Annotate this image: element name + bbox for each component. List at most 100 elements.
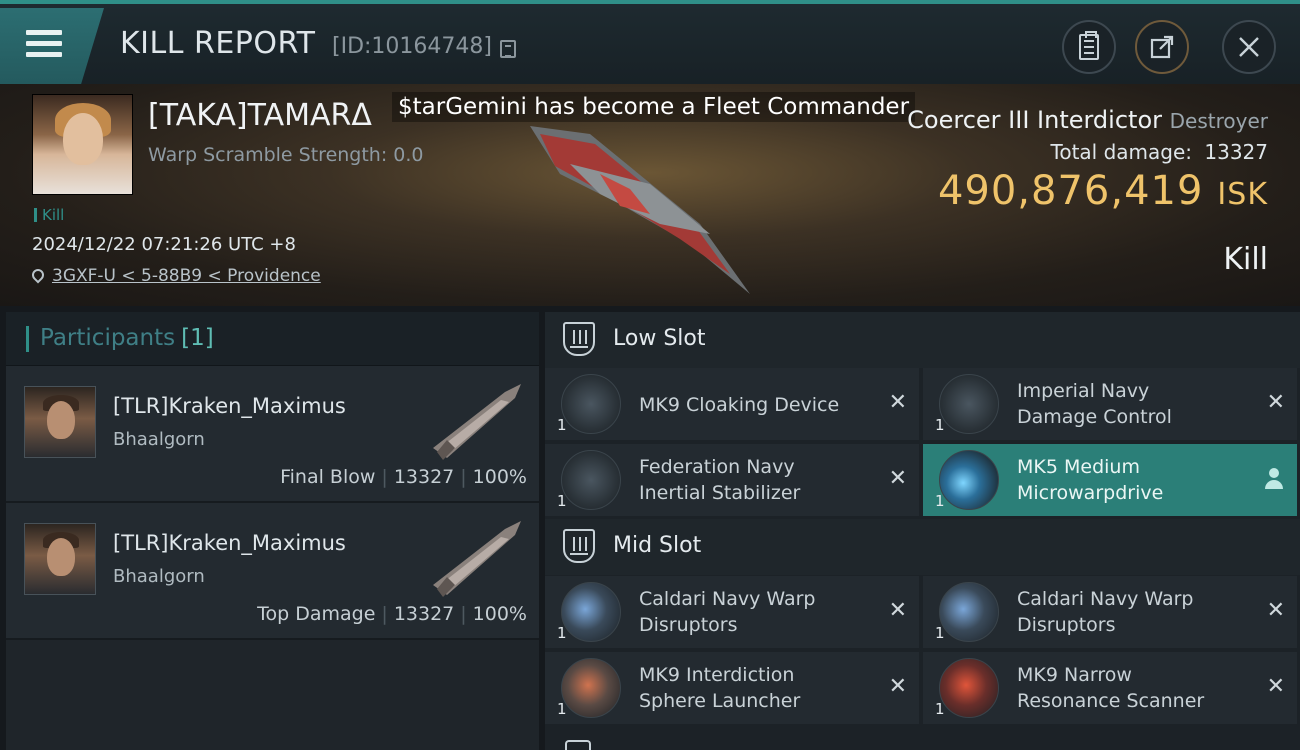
damage-percent: 100% bbox=[472, 603, 527, 625]
kill-tag: Kill bbox=[34, 206, 64, 224]
module-interdiction-sphere-launcher[interactable]: 1 MK9 Interdiction Sphere Launcher ✕ bbox=[545, 652, 919, 724]
module-name-line1: MK9 Narrow bbox=[1017, 664, 1132, 686]
pilot-portrait[interactable] bbox=[24, 523, 96, 595]
share-button[interactable] bbox=[1135, 20, 1189, 74]
remove-x-icon[interactable]: ✕ bbox=[1267, 390, 1285, 415]
module-microwarpdrive[interactable]: 1 MK5 Medium Microwarpdrive bbox=[923, 444, 1297, 516]
module-name-line2: Sphere Launcher bbox=[639, 690, 801, 712]
module-icon bbox=[939, 658, 999, 718]
isk-amount: 490,876,419 bbox=[937, 168, 1204, 214]
menu-icon bbox=[26, 30, 62, 58]
module-name-line2: Disruptors bbox=[1017, 614, 1116, 636]
report-id: [ID:10164748] bbox=[332, 34, 492, 59]
remove-x-icon[interactable]: ✕ bbox=[1267, 674, 1285, 699]
blow-type: Final Blow bbox=[280, 466, 376, 488]
pilot-stats: Final Blow | 13327 | 100% bbox=[280, 466, 527, 488]
pilot-ship: Bhaalgorn bbox=[113, 429, 205, 450]
remove-x-icon[interactable]: ✕ bbox=[889, 674, 907, 699]
fitting-panel: Low Slot 1 MK9 Cloaking Device ✕ 1 Imper… bbox=[545, 312, 1300, 750]
kill-datetime: 2024/12/22 07:21:26 UTC +8 bbox=[32, 234, 296, 255]
ship-model: Coercer III Interdictor bbox=[907, 106, 1162, 134]
damage-dealt: 13327 bbox=[393, 603, 455, 625]
clipboard-button[interactable] bbox=[1062, 20, 1116, 74]
low-slot-icon bbox=[563, 322, 595, 356]
copy-icon[interactable] bbox=[500, 40, 516, 58]
pilot-ship-image bbox=[433, 521, 521, 597]
total-damage-value: 13327 bbox=[1204, 140, 1268, 164]
page-title: KILL REPORT bbox=[120, 26, 316, 61]
low-slot-label: Low Slot bbox=[613, 326, 706, 351]
module-quantity: 1 bbox=[935, 492, 945, 510]
module-quantity: 1 bbox=[557, 416, 567, 434]
victim-banner: [TAKA]TAMARΔ Warp Scramble Strength: 0.0… bbox=[0, 84, 1300, 306]
close-button[interactable] bbox=[1222, 20, 1276, 74]
remove-x-icon[interactable]: ✕ bbox=[889, 466, 907, 491]
module-resonance-scanner[interactable]: 1 MK9 Narrow Resonance Scanner ✕ bbox=[923, 652, 1297, 724]
participants-panel: Participants [1] [TLR]Kraken_Maximus Bhaa… bbox=[6, 312, 539, 750]
mid-slot-header: Mid Slot bbox=[545, 519, 1300, 575]
share-icon bbox=[1150, 35, 1174, 59]
module-inertial-stabilizer[interactable]: 1 Federation Navy Inertial Stabilizer ✕ bbox=[545, 444, 919, 516]
mid-slot-label: Mid Slot bbox=[613, 533, 702, 558]
module-name-line1: Federation Navy bbox=[639, 456, 795, 478]
remove-x-icon[interactable]: ✕ bbox=[889, 390, 907, 415]
kill-location[interactable]: 3GXF-U < 5-88B9 < Providence bbox=[29, 266, 321, 286]
pilot-stats: Top Damage | 13327 | 100% bbox=[257, 603, 527, 625]
module-quantity: 1 bbox=[935, 700, 945, 718]
mid-slot-icon bbox=[563, 529, 595, 563]
remove-x-icon[interactable]: ✕ bbox=[1267, 598, 1285, 623]
fleet-notice: $tarGemini has become a Fleet Commander bbox=[392, 92, 916, 122]
module-warp-disruptor[interactable]: 1 Caldari Navy Warp Disruptors ✕ bbox=[923, 576, 1297, 648]
clipboard-icon bbox=[1079, 31, 1099, 60]
module-quantity: 1 bbox=[557, 700, 567, 718]
pilot-name: [TLR]Kraken_Maximus bbox=[113, 394, 346, 418]
module-icon bbox=[561, 450, 621, 510]
participant-row[interactable]: [TLR]Kraken_Maximus Bhaalgorn Top Damage… bbox=[6, 503, 539, 640]
pilot-name: [TLR]Kraken_Maximus bbox=[113, 531, 346, 555]
participants-count: [1] bbox=[181, 325, 214, 351]
remove-x-icon[interactable]: ✕ bbox=[889, 598, 907, 623]
module-name-line1: Caldari Navy Warp bbox=[1017, 588, 1194, 610]
ship-name[interactable]: Coercer III Interdictor Destroyer bbox=[907, 106, 1268, 134]
module-icon bbox=[939, 450, 999, 510]
module-name-line1: Caldari Navy Warp bbox=[639, 588, 816, 610]
next-slot-icon bbox=[565, 740, 591, 750]
module-cloaking-device[interactable]: 1 MK9 Cloaking Device ✕ bbox=[545, 368, 919, 440]
module-quantity: 1 bbox=[557, 492, 567, 510]
participant-row[interactable]: [TLR]Kraken_Maximus Bhaalgorn Final Blow… bbox=[6, 366, 539, 503]
module-name-line2: Microwarpdrive bbox=[1017, 482, 1164, 504]
pilot-portrait[interactable] bbox=[24, 386, 96, 458]
module-icon bbox=[561, 658, 621, 718]
module-name-line1: MK5 Medium bbox=[1017, 456, 1140, 478]
warp-scramble-strength: Warp Scramble Strength: 0.0 bbox=[148, 144, 424, 166]
map-pin-icon bbox=[29, 266, 47, 284]
module-icon bbox=[561, 582, 621, 642]
participants-header: Participants [1] bbox=[6, 312, 539, 366]
module-name-line1: MK9 Interdiction bbox=[639, 664, 795, 686]
menu-button[interactable] bbox=[0, 8, 104, 84]
kill-result: Kill bbox=[1223, 242, 1268, 277]
module-name-line2: Resonance Scanner bbox=[1017, 690, 1205, 712]
module-warp-disruptor[interactable]: 1 Caldari Navy Warp Disruptors ✕ bbox=[545, 576, 919, 648]
damage-percent: 100% bbox=[472, 466, 527, 488]
total-damage-label: Total damage: bbox=[1050, 140, 1193, 164]
blow-type: Top Damage bbox=[257, 603, 376, 625]
low-slot-header: Low Slot bbox=[545, 312, 1300, 368]
module-quantity: 1 bbox=[557, 624, 567, 642]
module-icon bbox=[939, 582, 999, 642]
victim-name[interactable]: [TAKA]TAMARΔ bbox=[148, 98, 372, 133]
damage-dealt: 13327 bbox=[393, 466, 455, 488]
total-damage: Total damage: 13327 bbox=[1051, 140, 1268, 164]
participants-title: Participants bbox=[40, 325, 176, 351]
module-icon bbox=[561, 374, 621, 434]
module-damage-control[interactable]: 1 Imperial Navy Damage Control ✕ bbox=[923, 368, 1297, 440]
module-name-line2: Disruptors bbox=[639, 614, 738, 636]
top-bar: KILL REPORT [ID:10164748] bbox=[0, 0, 1300, 84]
module-name-line2: Inertial Stabilizer bbox=[639, 482, 801, 504]
isk-value: 490,876,419 ISK bbox=[938, 168, 1268, 214]
module-icon bbox=[939, 374, 999, 434]
victim-portrait[interactable] bbox=[32, 94, 133, 195]
victim-ship-image bbox=[530, 126, 750, 294]
user-icon[interactable] bbox=[1265, 468, 1283, 490]
module-name-line1: Imperial Navy bbox=[1017, 380, 1150, 402]
